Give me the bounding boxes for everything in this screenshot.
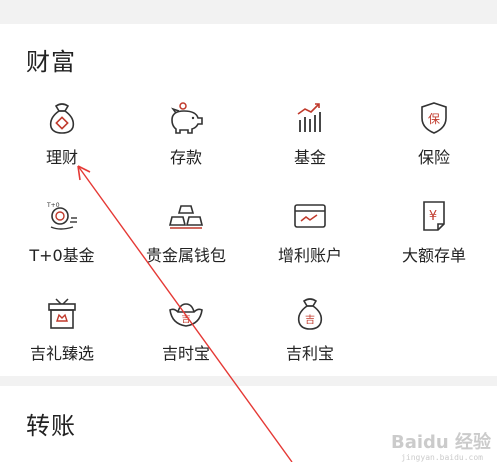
wealth-item-label: 存款 (169, 148, 202, 167)
wealth-section: 财富 理财 存款 基金 保 保险 T+0 T+0基金 贵金属钱包 增利账户 ¥ … (0, 24, 497, 376)
wealth-item-label: 保险 (417, 148, 450, 167)
wealth-section-title: 财富 (26, 48, 76, 76)
wealth-item-licai[interactable]: 理财 (0, 96, 124, 176)
wealth-item-jishibao[interactable]: 吉 吉时宝 (124, 292, 248, 372)
wealth-item-zengli[interactable]: 增利账户 (248, 194, 372, 274)
wealth-item-cunkuan[interactable]: 存款 (124, 96, 248, 176)
svg-text:吉: 吉 (181, 314, 190, 325)
shield-insurance-icon: 保 (421, 102, 447, 134)
wealth-item-label: 贵金属钱包 (145, 246, 226, 265)
transfer-section-title[interactable]: 转账 (26, 406, 76, 441)
piggy-bank-icon (170, 102, 203, 134)
ingot-icon: 吉 (169, 303, 203, 327)
gold-bars-icon (168, 205, 204, 229)
wealth-item-label: 吉时宝 (161, 344, 210, 363)
wealth-item-label: 基金 (293, 148, 326, 167)
svg-text:保: 保 (428, 112, 440, 126)
wealth-item-jili-selection[interactable]: 吉礼臻选 (0, 292, 124, 372)
coin-stack-icon: T+0 (46, 202, 77, 230)
watermark-url: jingyan.baidu.com (401, 453, 483, 462)
wealth-item-baoxian[interactable]: 保 保险 (372, 96, 496, 176)
svg-text:¥: ¥ (429, 209, 437, 224)
money-bag-icon (49, 103, 75, 134)
wealth-item-precious-metal[interactable]: 贵金属钱包 (124, 194, 248, 274)
wealth-item-label: 大额存单 (401, 246, 466, 265)
wealth-item-label: 理财 (45, 148, 78, 167)
wealth-item-label: T+0基金 (29, 246, 95, 265)
card-trend-icon (294, 204, 326, 228)
watermark-logo: Baidu 经验 (390, 432, 491, 453)
bar-chart-trend-icon (297, 103, 321, 132)
ji-bag-icon: 吉 (297, 298, 323, 330)
certificate-yuan-icon: ¥ (423, 201, 445, 231)
wealth-item-t0-fund[interactable]: T+0 T+0基金 (0, 194, 124, 274)
wealth-item-large-deposit[interactable]: ¥ 大额存单 (372, 194, 496, 274)
svg-text:吉: 吉 (305, 314, 315, 326)
wealth-item-label: 增利账户 (277, 246, 342, 265)
wealth-item-jilibao[interactable]: 吉 吉利宝 (248, 292, 372, 372)
gift-box-icon (48, 298, 76, 329)
wealth-item-label: 吉礼臻选 (29, 344, 94, 363)
wealth-item-label: 吉利宝 (285, 344, 334, 363)
wealth-item-jijin[interactable]: 基金 (248, 96, 372, 176)
